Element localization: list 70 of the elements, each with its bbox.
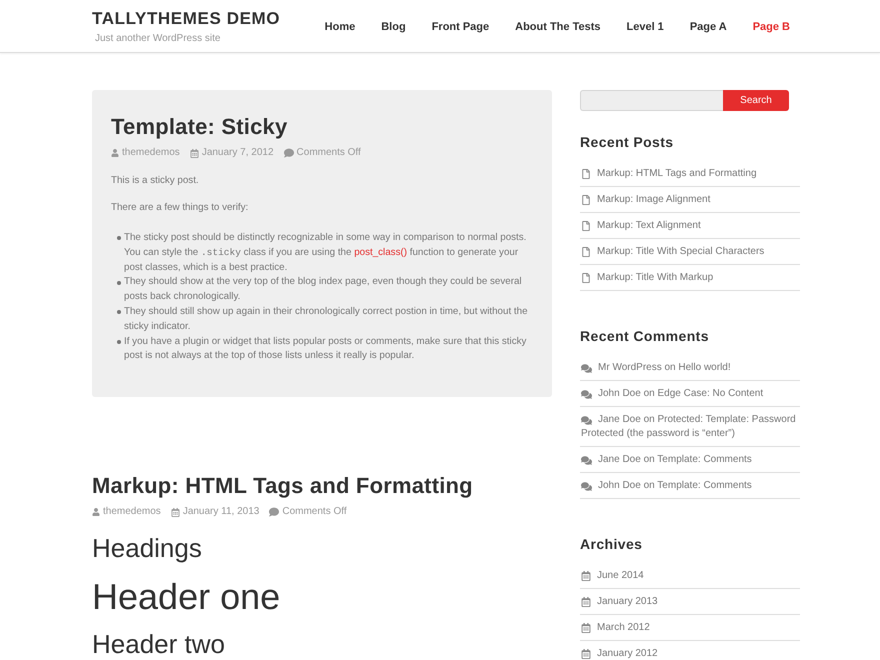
site-title[interactable]: TALLYTHEMES DEMO: [92, 9, 280, 29]
recent-post-link[interactable]: Markup: Title With Markup: [581, 271, 800, 285]
search-field[interactable]: [580, 90, 723, 111]
author-link[interactable]: themedemos: [103, 505, 161, 520]
post-date-link[interactable]: January 7, 2012: [202, 146, 274, 160]
file-icon: [581, 272, 591, 282]
comments-icon: [581, 362, 592, 374]
calendar-icon: [581, 596, 591, 606]
archive-link[interactable]: January 2013: [581, 595, 800, 609]
author-link[interactable]: themedemos: [122, 146, 180, 160]
comments-icon: [581, 388, 592, 400]
file-icon: [581, 168, 591, 178]
list-item-text: The sticky post should be distinctly recognizable in some way in comparison to normal posts. You can style the .sticky class if you are using the post_class() function to generate your post classes, which is a best practice.: [124, 231, 528, 275]
comments-icon: [581, 480, 592, 492]
speech-bubble-icon: [269, 507, 280, 518]
calendar-icon: [581, 570, 591, 580]
post-title[interactable]: Markup: HTML Tags and Formatting: [92, 472, 473, 500]
post-date-link[interactable]: January 11, 2013: [182, 505, 260, 520]
list-item-text: They should show at the very top of the blog index page, even though they could be several posts back chronologically.: [124, 275, 523, 304]
search-button[interactable]: Search: [723, 90, 789, 111]
post-title[interactable]: Template: Sticky: [111, 113, 288, 141]
recent-comment-link[interactable]: Jane Doe on Protected: Template: Password Protected (the password is “enter”): [581, 413, 800, 441]
site-tagline: Just another WordPress site: [95, 32, 220, 45]
bullet-icon: [117, 280, 121, 285]
file-icon: [581, 246, 591, 256]
recent-comment-link[interactable]: Mr WordPress on Hello world!: [581, 361, 800, 375]
archive-link[interactable]: January 2012: [581, 647, 800, 660]
calendar-icon: [581, 648, 591, 658]
nav-link[interactable]: Blog: [381, 18, 406, 34]
archive-link[interactable]: June 2014: [581, 569, 800, 583]
user-icon: [92, 508, 100, 516]
comments-status: Comments Off: [282, 505, 347, 520]
recent-post-link[interactable]: Markup: Image Alignment: [581, 193, 800, 207]
sample-heading-two: Header two: [92, 631, 225, 658]
user-icon: [111, 149, 119, 157]
bullet-icon: [117, 340, 121, 344]
bullet-icon: [117, 310, 121, 314]
list-item-text: They should still show up again in their chronologically correct postion in time, but without the sticky indicator.: [124, 304, 529, 334]
calendar-icon: [190, 148, 199, 158]
recent-comment-link[interactable]: John Doe on Template: Comments: [581, 479, 800, 493]
nav-link[interactable]: Page A: [690, 18, 727, 34]
nav-link[interactable]: Home: [324, 18, 356, 34]
file-icon: [581, 220, 591, 230]
speech-bubble-icon: [284, 148, 294, 158]
archive-link[interactable]: March 2012: [581, 621, 800, 635]
recent-post-link[interactable]: Markup: HTML Tags and Formatting: [581, 167, 800, 181]
recent-post-link[interactable]: Markup: Title With Special Characters: [581, 245, 800, 259]
paragraph: This is a sticky post.: [111, 174, 199, 188]
comments-status: Comments Off: [296, 146, 361, 160]
recent-comment-link[interactable]: Jane Doe on Template: Comments: [581, 453, 800, 467]
paragraph: There are a few things to verify:: [111, 201, 248, 215]
calendar-icon: [581, 622, 591, 632]
nav-link[interactable]: Page B: [752, 18, 790, 34]
list-item-text: If you have a plugin or widget that lists popular posts or comments, make sure that this sticky post is not always at the top of those lists unless it really is popular.: [124, 334, 528, 364]
widget-title: Archives: [580, 535, 642, 554]
comments-icon: [581, 454, 592, 466]
section-heading: Headings: [92, 533, 202, 564]
recent-post-link[interactable]: Markup: Text Alignment: [581, 219, 800, 233]
nav-link[interactable]: About The Tests: [515, 18, 600, 34]
calendar-icon: [170, 508, 180, 517]
sample-heading-one: Header one: [92, 577, 280, 618]
function-link[interactable]: post_class(): [354, 246, 407, 258]
comments-icon: [581, 414, 592, 426]
nav-link[interactable]: Front Page: [432, 18, 490, 34]
widget-title: Recent Comments: [580, 327, 709, 346]
nav-link[interactable]: Level 1: [626, 18, 664, 34]
bullet-icon: [117, 236, 121, 240]
widget-title: Recent Posts: [580, 133, 674, 152]
file-icon: [581, 194, 591, 204]
recent-comment-link[interactable]: John Doe on Edge Case: No Content: [581, 387, 800, 401]
